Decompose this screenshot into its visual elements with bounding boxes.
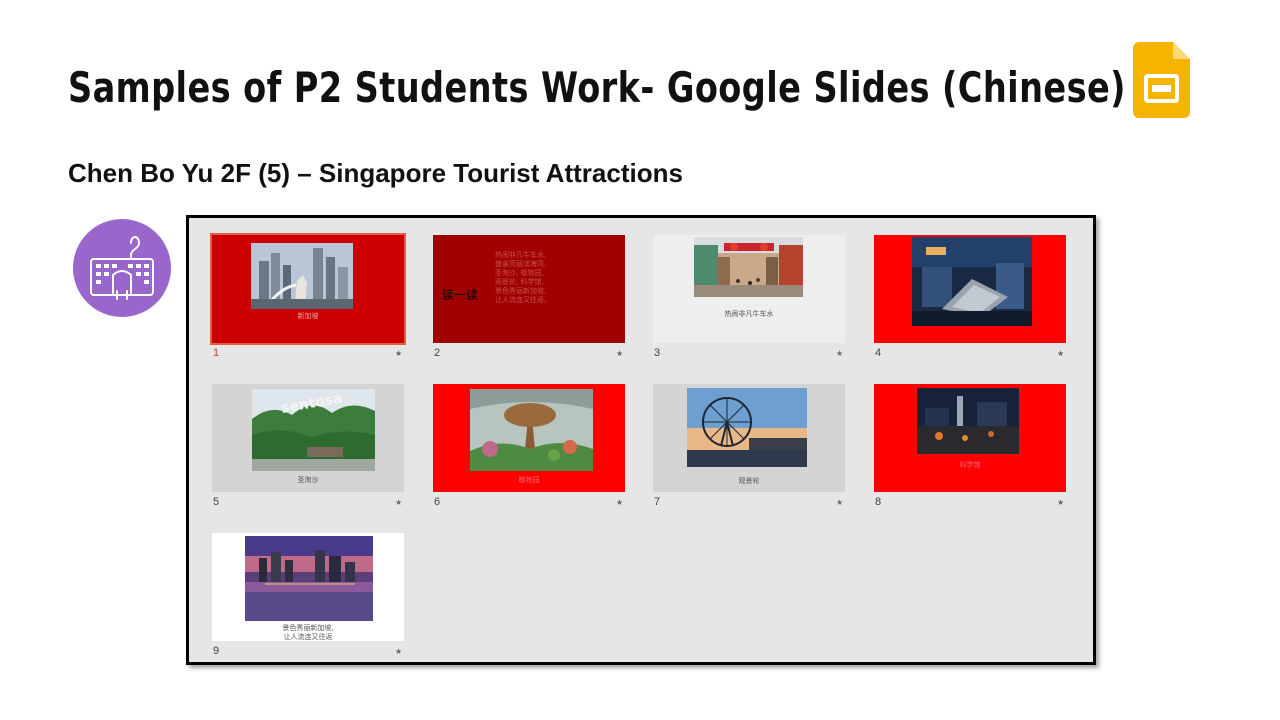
star-icon: ★ xyxy=(395,349,403,358)
star-icon: ★ xyxy=(395,498,403,507)
slide-number: 3 xyxy=(654,347,661,359)
slide-thumbnail-9[interactable]: 景色秀丽新加坡, 让人流连又往返 xyxy=(212,533,404,641)
star-icon: ★ xyxy=(616,349,624,358)
singapore-skyline-image xyxy=(251,243,353,309)
science-centre-image xyxy=(912,237,1032,326)
slide-caption: 圣淘沙 xyxy=(297,476,319,484)
slide-thumbnail-6[interactable]: 植物园 xyxy=(433,384,625,492)
page-title: Samples of P2 Students Work- Google Slid… xyxy=(68,63,1126,112)
slide-number: 7 xyxy=(654,496,661,508)
sentosa-image: sentosa xyxy=(252,389,375,471)
star-icon: ★ xyxy=(395,647,403,656)
slide-caption: 新加坡 xyxy=(297,312,319,320)
slide-number: 1 xyxy=(213,347,220,359)
slide-caption: 观景轮 xyxy=(738,477,760,485)
slide-thumbnail-5[interactable]: sentosa 圣淘沙 xyxy=(212,384,404,492)
star-icon: ★ xyxy=(1057,349,1065,358)
slide-number: 8 xyxy=(875,496,882,508)
slide-caption: 热闹非凡牛车水 xyxy=(724,310,774,318)
slide-thumbnail-2[interactable]: 读一读 热闹非凡牛车水, 盛装亮丽滨海湾, 圣淘沙, 植物园, 观景轮, 科学馆… xyxy=(433,235,625,343)
slide-number: 5 xyxy=(213,496,220,508)
slide-thumbnail-7[interactable]: 观景轮 xyxy=(653,384,845,492)
poem-line: 景色秀丽新加坡, xyxy=(495,287,547,295)
poem-line: 观景轮, 科学馆, xyxy=(495,278,544,286)
slide-caption: 科学馆 xyxy=(959,461,981,469)
slide-caption: 植物园 xyxy=(518,476,540,484)
slide-thumbnail-4[interactable] xyxy=(874,235,1066,343)
star-icon: ★ xyxy=(616,498,624,507)
slide-sorter-panel: 新加坡 1 ★ 读一读 热闹非凡牛车水, 盛装亮丽滨海湾, 圣淘沙, 植物园, … xyxy=(186,215,1096,665)
slide-thumbnail-1[interactable]: 新加坡 xyxy=(210,233,406,345)
botanic-gardens-image xyxy=(470,389,593,471)
slide-number: 2 xyxy=(434,347,441,359)
science-centre-night-image xyxy=(917,388,1019,454)
slide-number: 9 xyxy=(213,645,220,657)
caption-line: 景色秀丽新加坡, xyxy=(282,624,334,632)
slide-thumbnail-8[interactable]: 科学馆 xyxy=(874,384,1066,492)
star-icon: ★ xyxy=(836,498,844,507)
presentation-subtitle: Chen Bo Yu 2F (5) – Singapore Tourist At… xyxy=(68,158,683,188)
google-slides-icon xyxy=(1133,42,1190,118)
slide-poem-body: 热闹非凡牛车水, 盛装亮丽滨海湾, 圣淘沙, 植物园, 观景轮, 科学馆, 景色… xyxy=(495,251,551,305)
star-icon: ★ xyxy=(836,349,844,358)
chinatown-image xyxy=(694,237,803,297)
singapore-flyer-image xyxy=(687,388,807,467)
poem-line: 让人流连又往返。 xyxy=(495,296,551,304)
poem-line: 热闹非凡牛车水, xyxy=(495,251,547,259)
slide-side-text: 读一读 xyxy=(442,288,479,302)
keyboard-typing-icon xyxy=(73,219,171,317)
poem-line: 圣淘沙, 植物园, xyxy=(495,269,544,277)
slide-number: 4 xyxy=(875,347,882,359)
slide-caption: 景色秀丽新加坡, 让人流连又往返 xyxy=(212,624,404,641)
marina-bay-night-image xyxy=(245,536,373,621)
poem-line: 盛装亮丽滨海湾, xyxy=(495,260,547,268)
caption-line: 让人流连又往返 xyxy=(283,633,333,641)
slide-thumbnail-3[interactable]: 热闹非凡牛车水 xyxy=(653,235,845,343)
slide-number: 6 xyxy=(434,496,441,508)
star-icon: ★ xyxy=(1057,498,1065,507)
